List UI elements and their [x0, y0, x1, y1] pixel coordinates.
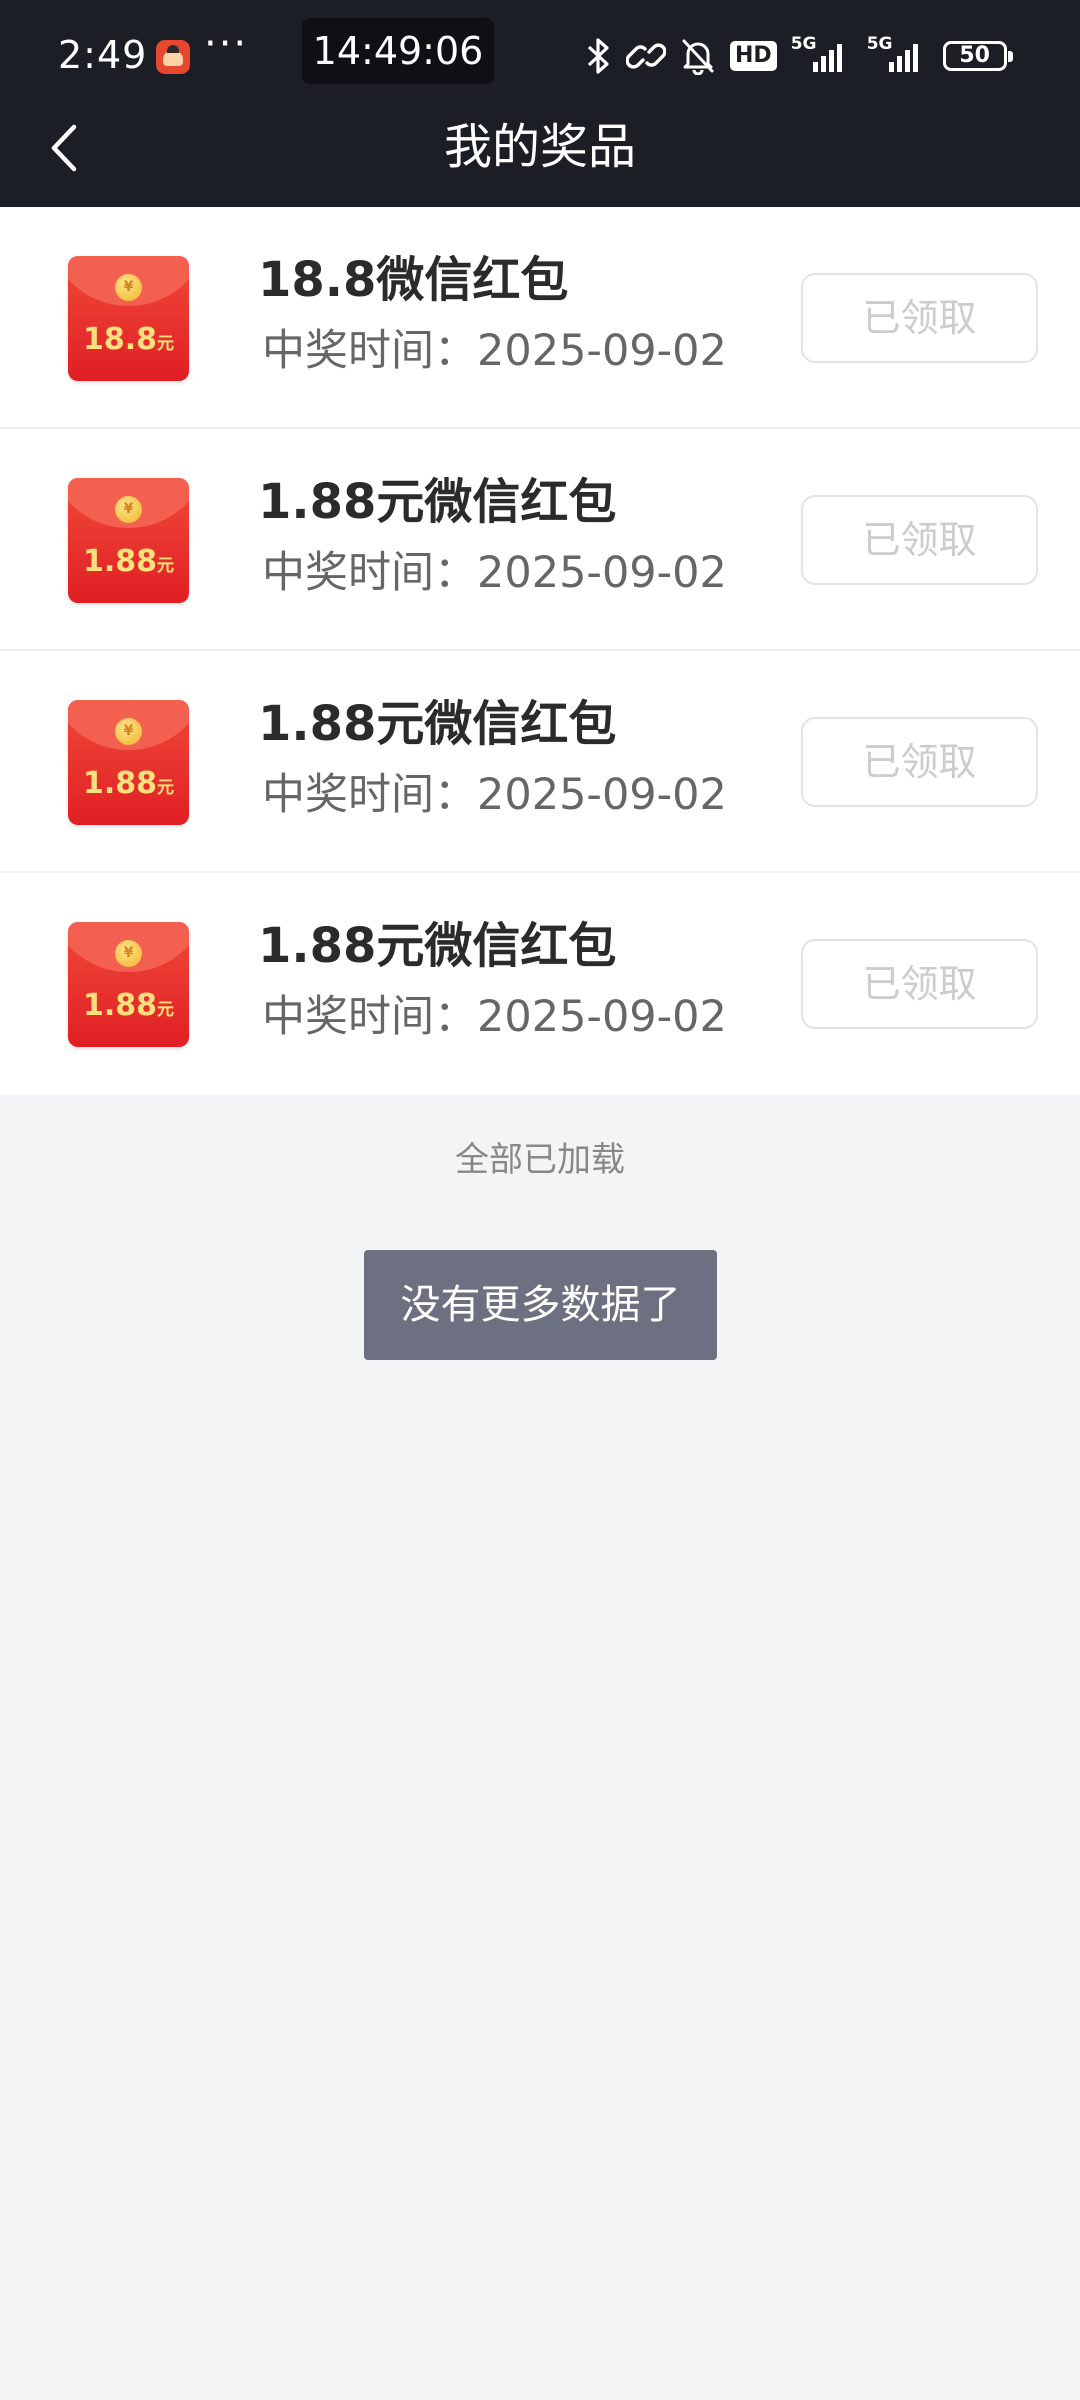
prize-title: 1.88元微信红包: [258, 474, 617, 530]
claimed-button[interactable]: 已领取: [801, 939, 1038, 1029]
claimed-button[interactable]: 已领取: [801, 273, 1038, 363]
hd-voice-icon: HD: [730, 34, 777, 78]
chevron-left-icon: [51, 124, 77, 172]
prize-title: 1.88元微信红包: [258, 696, 617, 752]
battery-icon: 50: [942, 34, 1013, 78]
link-icon: [626, 34, 666, 78]
app-header: 2:49 ··· 14:49:06 HD 5G 5G 50 我的奖品: [0, 0, 1080, 207]
claimed-button[interactable]: 已领取: [801, 717, 1038, 807]
prize-title: 18.8微信红包: [258, 252, 569, 308]
red-envelope-icon: ¥ 1.88元: [68, 700, 189, 825]
prize-item[interactable]: ¥ 1.88元 1.88元微信红包 中奖时间：2025-09-02 已领取: [0, 651, 1080, 873]
clock-pill: 14:49:06: [302, 18, 494, 84]
prize-time: 中奖时间：2025-09-02: [262, 326, 727, 376]
status-bar: 2:49 ··· 14:49:06 HD 5G 5G 50: [0, 0, 1080, 110]
prize-time: 中奖时间：2025-09-02: [262, 992, 727, 1042]
red-envelope-icon: ¥ 1.88元: [68, 478, 189, 603]
prize-list: ¥ 18.8元 18.8微信红包 中奖时间：2025-09-02 已领取 ¥ 1…: [0, 207, 1080, 1095]
all-loaded-text: 全部已加载: [455, 1140, 625, 1180]
back-button[interactable]: [34, 118, 94, 178]
bell-muted-icon: [680, 34, 716, 78]
signal-icon: 5G: [791, 34, 853, 74]
more-notifications-icon: ···: [204, 21, 249, 67]
red-envelope-icon: ¥ 18.8元: [68, 256, 189, 381]
no-more-data-toast: 没有更多数据了: [364, 1250, 717, 1360]
prize-item[interactable]: ¥ 18.8元 18.8微信红包 中奖时间：2025-09-02 已领取: [0, 207, 1080, 429]
bluetooth-icon: [586, 34, 612, 78]
prize-item[interactable]: ¥ 1.88元 1.88元微信红包 中奖时间：2025-09-02 已领取: [0, 873, 1080, 1095]
red-envelope-icon: ¥ 1.88元: [68, 922, 189, 1047]
prize-title: 1.88元微信红包: [258, 918, 617, 974]
clock-text: 14:49:06: [312, 29, 484, 73]
status-icons: HD 5G 5G 50: [586, 34, 1013, 78]
app-notification-icon: [156, 40, 190, 74]
page-title: 我的奖品: [443, 119, 636, 175]
claimed-button[interactable]: 已领取: [801, 495, 1038, 585]
prize-time: 中奖时间：2025-09-02: [262, 770, 727, 820]
signal-icon: 5G: [867, 34, 929, 74]
status-time: 2:49: [58, 33, 148, 77]
prize-time: 中奖时间：2025-09-02: [262, 548, 727, 598]
prize-item[interactable]: ¥ 1.88元 1.88元微信红包 中奖时间：2025-09-02 已领取: [0, 429, 1080, 651]
